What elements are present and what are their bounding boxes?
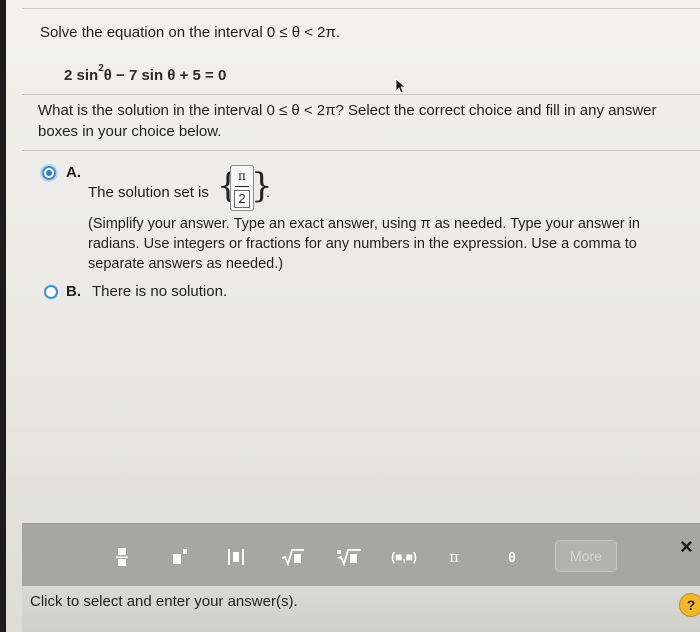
- equation-lhs: 2 sin: [64, 67, 99, 84]
- fraction-bar: [235, 186, 249, 187]
- answer-instructions: (Simplify your answer. Type an exact ans…: [88, 216, 640, 272]
- top-divider: [22, 8, 700, 9]
- option-b-radio[interactable]: [44, 285, 58, 299]
- option-b-letter[interactable]: B.: [66, 283, 81, 300]
- absolute-value-icon[interactable]: [225, 546, 247, 568]
- close-icon[interactable]: ×: [680, 534, 693, 560]
- more-button[interactable]: More: [555, 540, 617, 572]
- status-bar: Click to select and enter your answer(s)…: [22, 586, 700, 632]
- square-root-icon[interactable]: [281, 546, 305, 568]
- option-a-radio[interactable]: [42, 166, 56, 180]
- divider: [22, 150, 700, 151]
- math-toolbar: (■,■) π θ More ×: [22, 523, 700, 587]
- problem-title: Solve the equation on the interval 0 ≤ θ…: [40, 24, 341, 41]
- fraction-numerator: π: [238, 169, 246, 183]
- help-icon[interactable]: ?: [679, 593, 700, 617]
- fraction-denominator-input[interactable]: 2: [234, 190, 250, 208]
- question-panel: Solve the equation on the interval 0 ≤ θ…: [6, 0, 700, 632]
- divider: [22, 94, 700, 95]
- option-b-text[interactable]: There is no solution.: [92, 283, 227, 300]
- option-a-letter[interactable]: A.: [66, 164, 81, 181]
- status-instruction: Click to select and enter your answer(s)…: [30, 593, 298, 610]
- sentence-period: .: [266, 184, 270, 200]
- theta-icon[interactable]: θ: [504, 546, 520, 568]
- equation-rest: θ − 7 sin θ + 5 = 0: [103, 67, 227, 84]
- solution-set-label: The solution set is: [88, 184, 209, 201]
- question-text: What is the solution in the interval 0 ≤…: [38, 102, 657, 140]
- nth-root-icon[interactable]: [336, 546, 362, 568]
- exponent-icon[interactable]: [170, 546, 190, 568]
- equation: 2 sin2θ − 7 sin θ + 5 = 0: [64, 63, 227, 84]
- fraction-icon[interactable]: [114, 546, 130, 568]
- mouse-cursor-icon: [395, 78, 407, 94]
- interval-icon[interactable]: (■,■): [382, 546, 426, 568]
- solution-set: { π 2 }: [217, 165, 273, 213]
- equation-exponent: 2: [98, 63, 104, 74]
- pi-icon[interactable]: π: [444, 546, 464, 568]
